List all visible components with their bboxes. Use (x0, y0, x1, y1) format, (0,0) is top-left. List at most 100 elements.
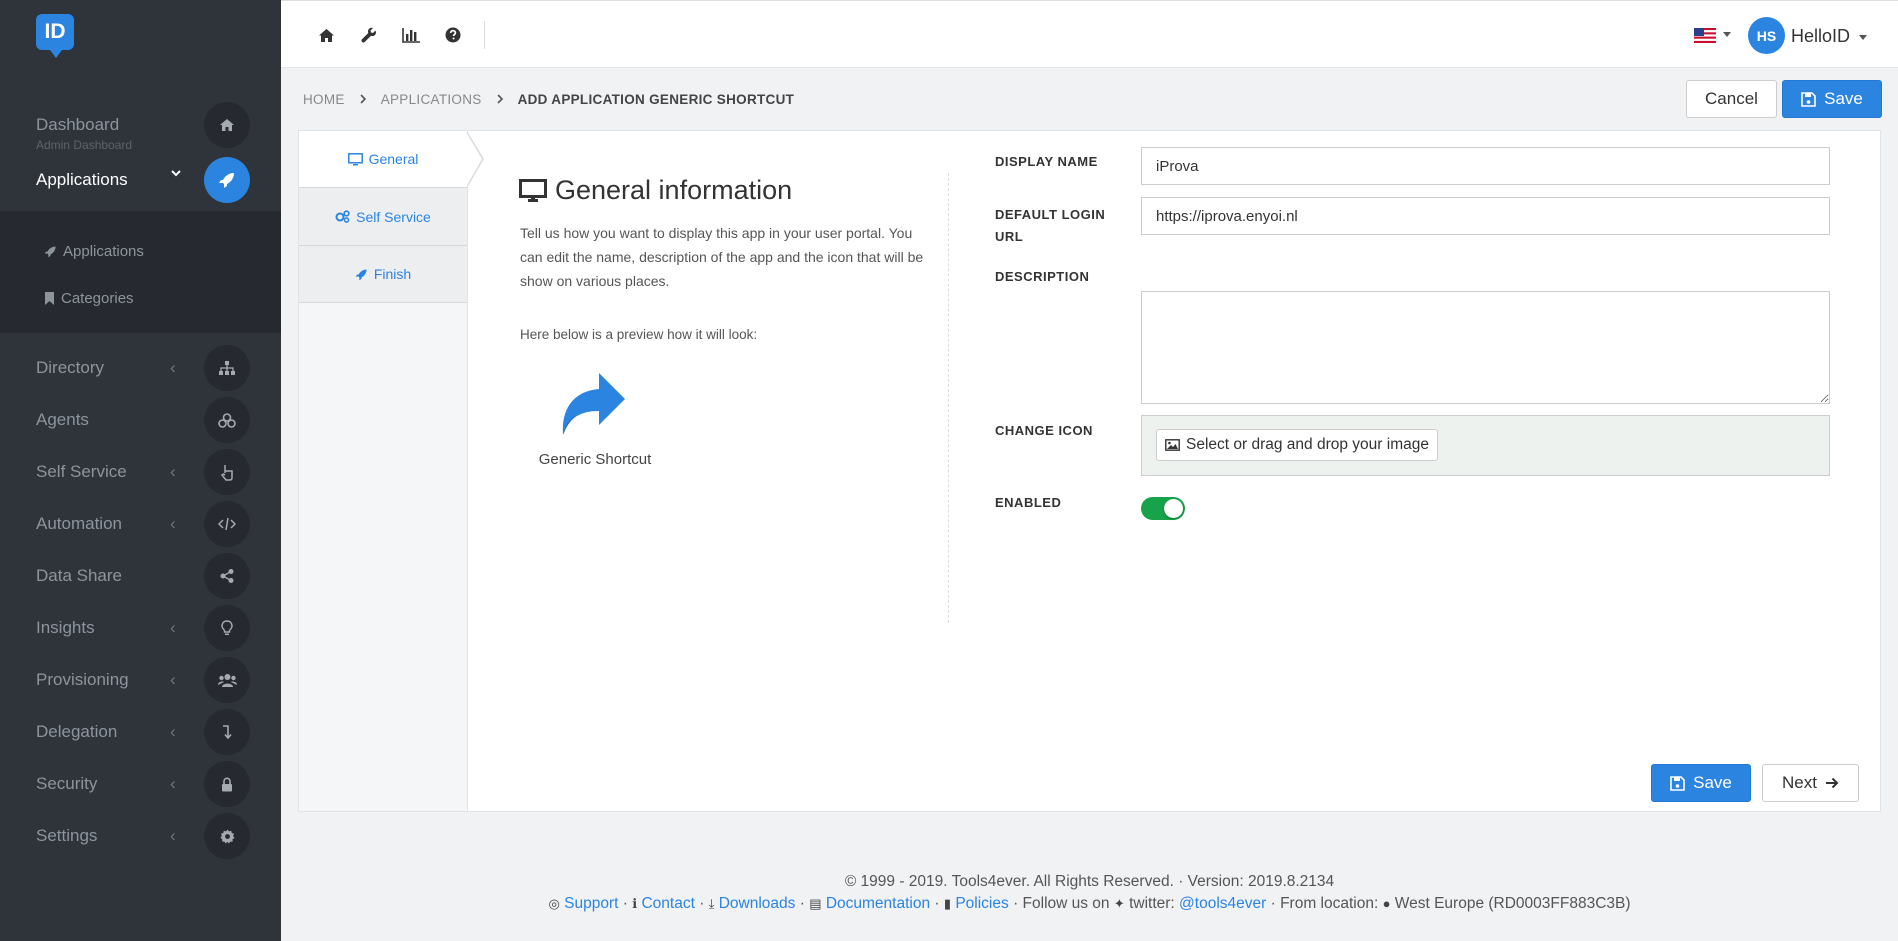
twitter-icon: ✦ (1113, 896, 1125, 911)
top-bar: HS HelloID (281, 0, 1898, 68)
question-circle-icon[interactable] (440, 22, 466, 48)
preview-label: Here below is a preview how it will look… (520, 327, 758, 342)
sidebar-item-security[interactable]: Security ‹ (0, 758, 281, 810)
chevron-left-icon: ‹ (170, 722, 176, 741)
footer-links: ◎ Support · ℹ Contact · ⤓ Downloads · ▤ … (548, 895, 1631, 912)
sidebar-item-label: Insights (36, 618, 95, 637)
sidebar-item-dashboard[interactable]: Dashboard Admin Dashboard (0, 99, 281, 152)
copyright-text: © 1999 - 2019. Tools4ever. All Rights Re… (844, 873, 1335, 890)
chevron-left-icon: ‹ (170, 774, 176, 793)
sidebar-item-label: Directory (36, 358, 105, 377)
sidebar-item-data-share[interactable]: Data Share (0, 550, 281, 602)
change-icon-label: CHANGE ICON (995, 423, 1093, 438)
book-icon: ▤ (809, 896, 822, 911)
display-name-input[interactable] (1141, 147, 1830, 185)
cubes-icon (204, 397, 250, 443)
follow-text: · Follow us on (1013, 895, 1110, 912)
bar-chart-icon[interactable] (398, 22, 424, 48)
next-button[interactable]: Next (1762, 764, 1859, 802)
globe-icon: ● (1382, 896, 1391, 911)
tab-label: General (368, 151, 419, 167)
submenu-item-label: Applications (63, 243, 144, 260)
sidebar-item-label: Delegation (36, 722, 118, 741)
sidebar-item-self-service[interactable]: Self Service ‹ (0, 446, 281, 498)
toggle-knob (1164, 499, 1183, 518)
share-alt-icon (204, 553, 250, 599)
image-icon (1165, 439, 1180, 451)
sidebar-item-label: Automation (36, 514, 122, 533)
desktop-icon (519, 178, 547, 202)
language-caret-icon[interactable] (1723, 32, 1731, 37)
footer-save-button[interactable]: Save (1651, 764, 1751, 802)
breadcrumb-applications[interactable]: APPLICATIONS (381, 92, 482, 107)
sidebar-item-provisioning[interactable]: Provisioning ‹ (0, 654, 281, 706)
user-caret-icon[interactable] (1859, 35, 1867, 40)
lock-icon (204, 761, 250, 807)
footer-save-label: Save (1693, 773, 1732, 792)
chevron-left-icon: ‹ (170, 826, 176, 845)
submenu-item-applications[interactable]: Applications (44, 243, 144, 260)
lightbulb-icon (204, 605, 250, 651)
section-divider (948, 173, 949, 623)
sidebar: ID Dashboard Admin Dashboard Application… (0, 0, 281, 941)
section-title: General information (519, 175, 792, 206)
breadcrumb-current: ADD APPLICATION GENERIC SHORTCUT (517, 91, 795, 107)
submenu-item-categories[interactable]: Categories (44, 290, 134, 307)
tab-self-service[interactable]: Self Service (299, 188, 467, 246)
sidebar-item-settings[interactable]: Settings ‹ (0, 810, 281, 862)
wizard-panel: General Self Service Finish General info… (298, 130, 1881, 812)
share-arrow-icon (562, 373, 625, 435)
documentation-link[interactable]: Documentation (826, 895, 930, 912)
save-button-label: Save (1824, 89, 1863, 108)
submenu-item-label: Categories (61, 290, 134, 307)
tab-finish[interactable]: Finish (299, 246, 467, 303)
user-name[interactable]: HelloID (1791, 26, 1850, 47)
avatar[interactable]: HS (1748, 17, 1785, 54)
file-icon: ▮ (943, 896, 952, 911)
support-link[interactable]: Support (564, 895, 618, 912)
home-icon[interactable] (313, 22, 339, 48)
chevron-right-icon (496, 91, 504, 107)
login-url-input[interactable] (1141, 197, 1830, 235)
bookmark-icon (45, 292, 54, 305)
cancel-button[interactable]: Cancel (1686, 80, 1777, 118)
sidebar-item-agents[interactable]: Agents (0, 394, 281, 446)
sidebar-item-label: Provisioning (36, 670, 129, 689)
downloads-link[interactable]: Downloads (719, 895, 796, 912)
select-image-button[interactable]: Select or drag and drop your image (1156, 429, 1438, 461)
policies-link[interactable]: Policies (955, 895, 1008, 912)
tab-label: Self Service (356, 208, 431, 225)
description-textarea[interactable] (1141, 291, 1830, 404)
toolbar-divider (484, 21, 485, 49)
tab-general[interactable]: General (299, 131, 467, 188)
icon-dropzone[interactable]: Select or drag and drop your image (1141, 415, 1830, 476)
page-footer: © 1999 - 2019. Tools4ever. All Rights Re… (281, 842, 1898, 941)
twitter-link[interactable]: @tools4ever (1179, 895, 1266, 912)
breadcrumb-home[interactable]: HOME (303, 92, 345, 107)
life-ring-icon: ◎ (548, 896, 560, 911)
tab-label: Finish (373, 266, 412, 282)
enabled-toggle[interactable] (1141, 497, 1185, 520)
sidebar-item-applications[interactable]: Applications (0, 154, 281, 206)
display-name-label: DISPLAY NAME (995, 154, 1098, 169)
app-logo[interactable]: ID (36, 14, 74, 58)
breadcrumb-bar: HOME APPLICATIONS ADD APPLICATION GENERI… (281, 68, 1898, 130)
sidebar-item-label: Data Share (36, 566, 122, 585)
chevron-left-icon: ‹ (170, 618, 176, 637)
sidebar-item-insights[interactable]: Insights ‹ (0, 602, 281, 654)
wrench-icon[interactable] (356, 22, 382, 48)
cogs-icon (335, 210, 350, 223)
preview-app-name: Generic Shortcut (538, 451, 652, 468)
sidebar-item-directory[interactable]: Directory ‹ (0, 342, 281, 394)
contact-link[interactable]: Contact (641, 895, 694, 912)
section-description: Tell us how you want to display this app… (520, 225, 924, 289)
section-title-text: General information (555, 175, 793, 205)
level-down-icon (204, 709, 250, 755)
us-flag-icon[interactable] (1694, 28, 1716, 43)
users-icon (204, 657, 250, 703)
sidebar-item-automation[interactable]: Automation ‹ (0, 498, 281, 550)
save-button[interactable]: Save (1782, 80, 1882, 118)
chevron-right-icon (359, 91, 367, 107)
arrow-right-icon (1825, 777, 1839, 789)
sidebar-item-delegation[interactable]: Delegation ‹ (0, 706, 281, 758)
